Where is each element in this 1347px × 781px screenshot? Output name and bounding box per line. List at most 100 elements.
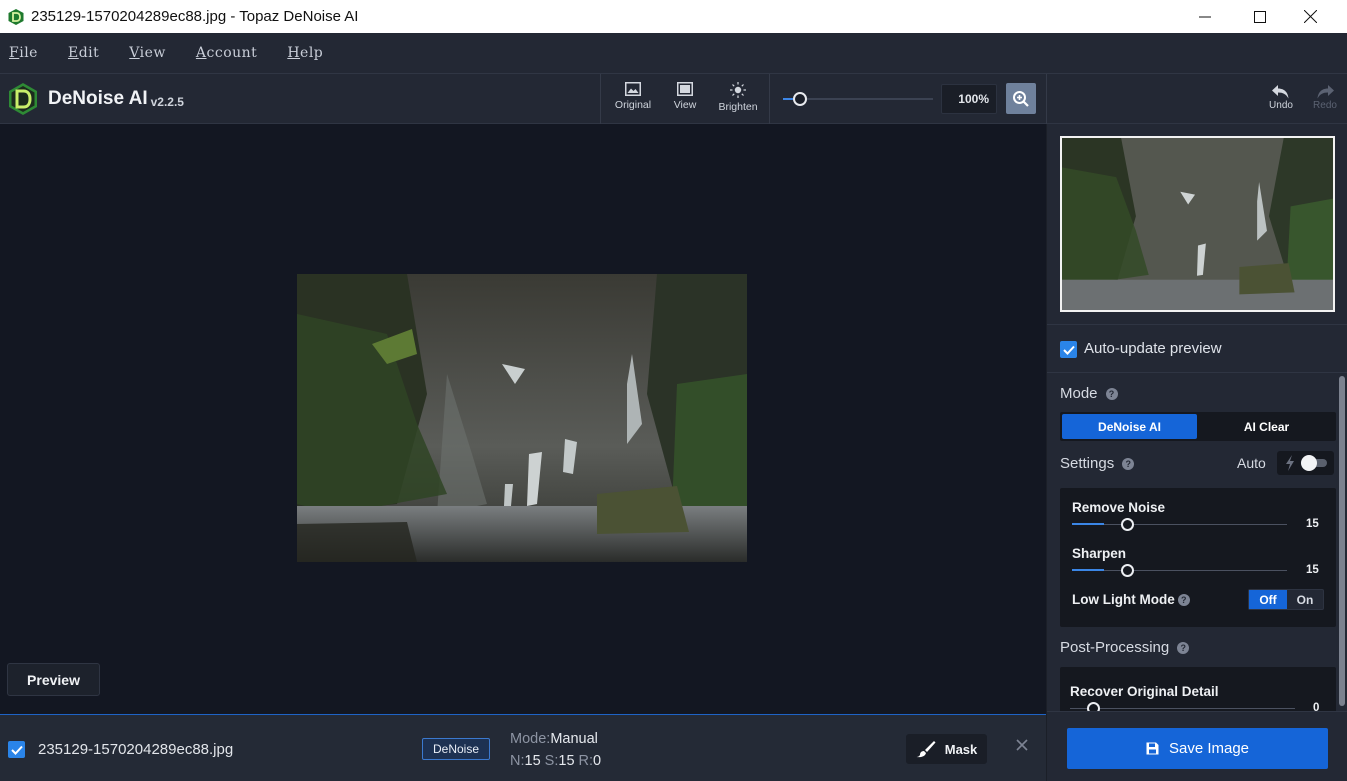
navigator-thumbnail[interactable] [1060, 136, 1335, 312]
brand-version: v2.2.5 [150, 94, 184, 109]
maximize-button[interactable] [1235, 0, 1285, 33]
save-icon [1146, 742, 1159, 755]
sharpen-label: Sharpen [1072, 546, 1127, 561]
mode-denoise-ai-button[interactable]: DeNoise AI [1062, 414, 1197, 439]
undo-button[interactable]: Undo [1264, 84, 1298, 111]
post-processing-heading: Post-Processing [1060, 639, 1170, 656]
minimize-icon [1199, 16, 1211, 17]
auto-update-label: Auto-update preview [1084, 340, 1222, 357]
panel-separator [1047, 324, 1347, 325]
settings-heading: Settings [1060, 455, 1115, 472]
noise-stat-label: N: [510, 753, 525, 769]
remove-file-icon[interactable] [1016, 739, 1028, 751]
recover-detail-label: Recover Original Detail [1070, 684, 1219, 699]
sharpen-value: 15 [1306, 564, 1319, 576]
redo-button[interactable]: Redo [1308, 84, 1342, 111]
denoise-logo-icon [9, 83, 37, 115]
zoom-button[interactable] [1006, 83, 1036, 114]
remove-noise-fill [1072, 523, 1105, 525]
remove-noise-value: 15 [1306, 518, 1319, 530]
file-name: 235129-1570204289ec88.jpg [38, 741, 234, 758]
auto-toggle-knob [1301, 455, 1317, 471]
mode-ai-clear-button[interactable]: AI Clear [1199, 414, 1334, 439]
recover-stat-value: 0 [593, 753, 602, 769]
preview-button[interactable]: Preview [7, 663, 100, 696]
brand: DeNoise AI v2.2.5 [6, 82, 184, 116]
zoom-value-field[interactable]: 100% [941, 84, 997, 114]
toolbar-divider [1046, 74, 1047, 124]
brighten-label: Brighten [718, 101, 758, 113]
close-window-button[interactable] [1285, 0, 1335, 33]
lightning-icon [1286, 455, 1294, 471]
mode-heading: Mode [1060, 385, 1098, 402]
help-icon[interactable]: ? [1177, 641, 1190, 654]
file-stats: N:15 S:15 R:0 [510, 753, 601, 769]
file-mode: Mode:Manual [510, 731, 598, 747]
window-title: 235129-1570204289ec88.jpg - Topaz DeNois… [31, 8, 359, 25]
menu-bar: File Edit View Account Help [0, 33, 1347, 74]
mask-label: Mask [944, 741, 978, 757]
denoise-app-icon [8, 8, 24, 25]
sharpen-fill [1072, 569, 1105, 571]
file-list-row[interactable]: 235129-1570204289ec88.jpg DeNoise Mode:M… [0, 714, 1046, 781]
settings-group: Remove Noise 15 Sharpen 15 Low Light Mod… [1060, 488, 1336, 627]
help-icon[interactable]: ? [1177, 593, 1190, 606]
remove-noise-handle[interactable] [1120, 518, 1134, 531]
redo-label: Redo [1313, 100, 1337, 111]
checkmark-icon [10, 745, 23, 755]
save-image-button[interactable]: Save Image [1067, 728, 1328, 769]
zoom-slider-handle[interactable] [793, 92, 807, 106]
sharpen-track[interactable] [1072, 570, 1287, 571]
mask-button[interactable]: Mask [906, 734, 987, 764]
file-checkbox[interactable] [8, 741, 25, 758]
auto-toggle[interactable] [1277, 451, 1334, 475]
low-light-on-button[interactable]: On [1287, 590, 1323, 609]
menu-help[interactable]: Help [287, 45, 323, 61]
maximize-icon [1254, 10, 1266, 23]
brighten-button[interactable]: Brighten [713, 82, 763, 113]
original-button[interactable]: Original [608, 82, 658, 111]
view-label: View [673, 99, 697, 111]
low-light-mode-label: Low Light Mode ? [1072, 592, 1190, 607]
zoom-in-icon [1013, 90, 1029, 107]
low-light-text: Low Light Mode [1072, 592, 1175, 607]
panel-scrollbar[interactable] [1339, 376, 1345, 706]
view-button[interactable]: View [660, 82, 710, 111]
mode-value: Manual [550, 731, 598, 747]
save-image-label: Save Image [1168, 740, 1250, 757]
recover-stat-label: R: [578, 753, 594, 769]
image-icon [625, 82, 641, 96]
panel-separator [1047, 711, 1347, 712]
remove-noise-track[interactable] [1072, 524, 1287, 525]
menu-account[interactable]: Account [196, 45, 257, 61]
denoise-badge: DeNoise [422, 738, 490, 760]
remove-noise-label: Remove Noise [1072, 500, 1166, 515]
checkmark-icon [1062, 345, 1075, 355]
view-mode-icon [677, 82, 693, 96]
auto-update-checkbox[interactable] [1060, 341, 1077, 358]
menu-edit[interactable]: Edit [68, 45, 99, 61]
preview-image [297, 274, 747, 562]
brightness-icon [730, 82, 746, 98]
mode-label: Mode: [510, 731, 551, 747]
settings-panel: Auto-update preview Mode ? DeNoise AI AI… [1046, 124, 1347, 781]
redo-icon [1317, 85, 1334, 99]
settings-section-label: Settings ? [1060, 455, 1135, 472]
help-icon[interactable]: ? [1105, 387, 1118, 400]
help-icon[interactable]: ? [1122, 457, 1135, 470]
recover-detail-track[interactable] [1070, 708, 1295, 709]
minimize-button[interactable] [1175, 0, 1235, 33]
sharpen-handle[interactable] [1120, 564, 1134, 577]
mode-section-label: Mode ? [1060, 385, 1118, 402]
sharpen-stat-value: 15 [558, 753, 575, 769]
menu-view[interactable]: View [129, 45, 166, 61]
toolbar-divider [600, 74, 601, 124]
panel-separator [1047, 372, 1347, 373]
undo-icon [1272, 85, 1289, 99]
toolbar-divider [769, 74, 770, 124]
toolbar: DeNoise AI v2.2.5 Original View Brighten… [0, 74, 1347, 124]
menu-file[interactable]: File [9, 45, 38, 61]
image-canvas[interactable]: Preview [0, 124, 1046, 714]
low-light-toggle: Off On [1248, 589, 1324, 610]
low-light-off-button[interactable]: Off [1249, 590, 1287, 609]
